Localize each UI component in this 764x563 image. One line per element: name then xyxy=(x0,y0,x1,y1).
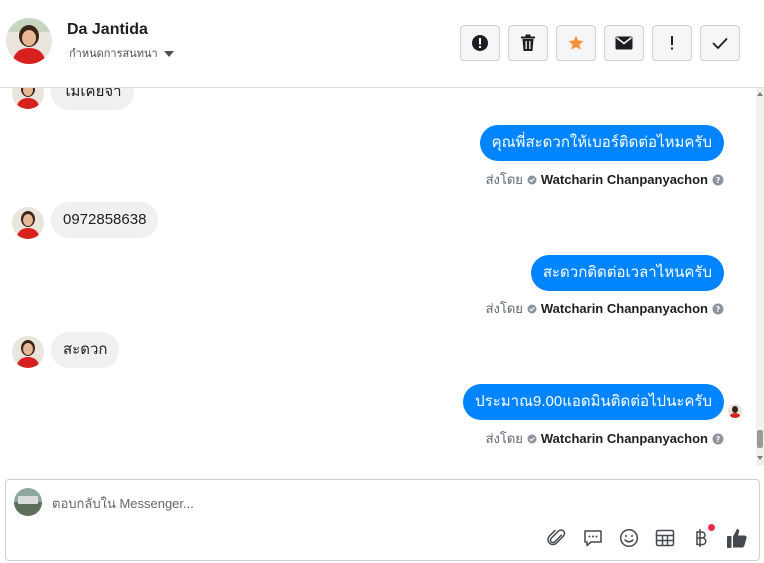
svg-text:?: ? xyxy=(716,176,721,185)
paperclip-icon xyxy=(547,529,566,546)
table-button[interactable] xyxy=(653,526,677,550)
thumbs-up-icon xyxy=(727,529,747,548)
follow-up-button[interactable] xyxy=(652,25,692,61)
mark-unread-button[interactable] xyxy=(604,25,644,61)
emoji-button[interactable] xyxy=(617,526,641,550)
help-icon[interactable]: ? xyxy=(712,174,724,186)
check-icon xyxy=(712,37,728,49)
saved-replies-button[interactable] xyxy=(581,526,605,550)
seen-avatar xyxy=(728,404,742,418)
smiley-icon xyxy=(619,528,639,548)
outgoing-message: ประมาณ9.00แอดมินติดต่อไปนะครับ xyxy=(463,384,724,420)
agent-name[interactable]: Watcharin Chanpanyachon xyxy=(541,431,708,446)
delete-button[interactable] xyxy=(508,25,548,61)
incoming-message: 0972858638 xyxy=(51,202,159,238)
assign-conversation-dropdown[interactable]: กำหนดการสนทนา xyxy=(69,44,174,62)
table-icon xyxy=(655,529,675,547)
svg-text:?: ? xyxy=(716,305,721,314)
exclamation-icon xyxy=(671,36,673,50)
scroll-up-arrow-icon[interactable] xyxy=(757,92,763,96)
help-icon[interactable]: ? xyxy=(712,433,724,445)
incoming-message: ไม่เคยจ้า xyxy=(51,88,134,110)
verified-icon xyxy=(527,175,537,184)
chat-bubble-icon xyxy=(584,530,602,547)
envelope-icon xyxy=(615,36,633,50)
contact-avatar-small xyxy=(12,88,44,109)
done-button[interactable] xyxy=(700,25,740,61)
verified-icon xyxy=(527,304,537,313)
attach-button[interactable] xyxy=(545,526,569,550)
sent-by-line: ส่งโดย Watcharin Chanpanyachon ? xyxy=(486,428,724,449)
sent-by-line: ส่งโดย Watcharin Chanpanyachon ? xyxy=(486,298,724,319)
thread-scrollbar[interactable] xyxy=(756,88,764,466)
caret-down-icon xyxy=(163,50,174,57)
header-actions xyxy=(460,25,740,61)
notification-dot xyxy=(708,524,715,531)
page-avatar xyxy=(14,488,42,516)
message-thread: ไม่เคยจ้า คุณพี่สะดวกให้เบอร์ติดต่อไหมคร… xyxy=(0,88,756,466)
composer-tools xyxy=(545,524,749,550)
alert-circle-icon xyxy=(472,35,488,51)
sent-by-label: ส่งโดย xyxy=(485,172,523,187)
scroll-thumb[interactable] xyxy=(757,430,763,448)
payment-button[interactable] xyxy=(689,524,715,550)
star-button[interactable] xyxy=(556,25,596,61)
like-button[interactable] xyxy=(725,526,749,550)
sent-by-line: ส่งโดย Watcharin Chanpanyachon ? xyxy=(486,169,724,190)
agent-name[interactable]: Watcharin Chanpanyachon xyxy=(541,301,708,316)
agent-name[interactable]: Watcharin Chanpanyachon xyxy=(541,172,708,187)
contact-name: Da Jantida xyxy=(67,21,148,38)
outgoing-message: คุณพี่สะดวกให้เบอร์ติดต่อไหมครับ xyxy=(479,125,724,161)
trash-icon xyxy=(521,34,535,51)
outgoing-message: สะดวกติดต่อเวลาไหนครับ xyxy=(530,255,724,291)
svg-text:?: ? xyxy=(716,435,721,444)
verified-icon xyxy=(527,434,537,443)
contact-avatar-small xyxy=(12,336,44,368)
conversation-header: Da Jantida กำหนดการสนทนา xyxy=(0,0,764,88)
baht-icon xyxy=(696,529,707,547)
reply-input[interactable] xyxy=(52,490,612,516)
sent-by-label: ส่งโดย xyxy=(485,301,523,316)
scroll-down-arrow-icon[interactable] xyxy=(757,456,763,460)
incoming-message: สะดวก xyxy=(51,332,120,368)
contact-avatar[interactable] xyxy=(6,18,52,64)
sent-by-label: ส่งโดย xyxy=(485,431,523,446)
spam-button[interactable] xyxy=(460,25,500,61)
reply-composer xyxy=(5,479,760,561)
help-icon[interactable]: ? xyxy=(712,303,724,315)
assign-label: กำหนดการสนทนา xyxy=(69,48,158,60)
star-icon xyxy=(568,35,584,50)
contact-avatar-small xyxy=(12,207,44,239)
